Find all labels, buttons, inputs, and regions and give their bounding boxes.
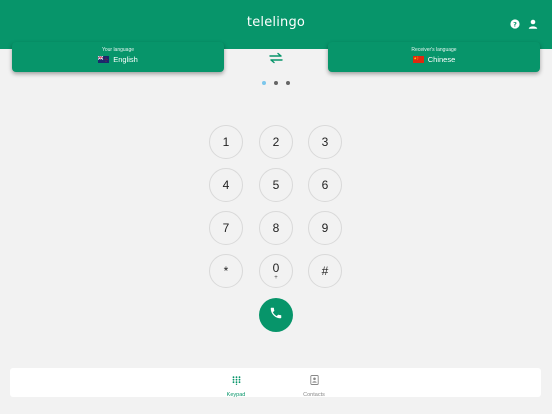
nav-contacts-label: Contacts bbox=[303, 392, 325, 398]
help-circle-icon[interactable]: ? bbox=[508, 17, 522, 31]
key-digit: 0 bbox=[272, 260, 280, 275]
bottom-navigation: Keypad Contacts bbox=[10, 368, 541, 398]
svg-text:?: ? bbox=[513, 20, 517, 28]
key-1[interactable]: 1 bbox=[209, 125, 243, 159]
key-7[interactable]: 7 bbox=[209, 211, 243, 245]
key-hash[interactable]: # bbox=[308, 254, 342, 288]
nav-contacts[interactable]: Contacts bbox=[294, 372, 334, 398]
key-4[interactable]: 4 bbox=[209, 168, 243, 202]
new-zealand-flag-icon bbox=[97, 55, 110, 63]
page-dot[interactable] bbox=[274, 81, 278, 85]
page-dot[interactable] bbox=[286, 81, 290, 85]
your-language-caption: Your language bbox=[101, 47, 135, 53]
key-digit: * bbox=[223, 263, 229, 278]
receiver-language-value: Chinese bbox=[427, 55, 456, 64]
key-digit: 3 bbox=[321, 134, 329, 149]
key-8[interactable]: 8 bbox=[259, 211, 293, 245]
page-indicator bbox=[262, 81, 290, 85]
key-0[interactable]: 0 + bbox=[259, 254, 293, 288]
key-digit: 7 bbox=[222, 220, 230, 235]
key-2[interactable]: 2 bbox=[259, 125, 293, 159]
nav-keypad[interactable]: Keypad bbox=[216, 372, 256, 398]
key-sub-label: + bbox=[274, 274, 278, 281]
key-digit: 6 bbox=[321, 177, 329, 192]
key-6[interactable]: 6 bbox=[308, 168, 342, 202]
nav-keypad-label: Keypad bbox=[226, 392, 246, 398]
china-flag-icon bbox=[412, 56, 424, 63]
receiver-language-caption: Receiver's language bbox=[411, 47, 457, 53]
key-digit: # bbox=[321, 263, 329, 278]
key-digit: 8 bbox=[272, 220, 280, 235]
key-digit: 9 bbox=[321, 220, 329, 235]
key-digit: 2 bbox=[272, 134, 280, 149]
receiver-language-selector[interactable]: Receiver's language Chinese bbox=[328, 42, 540, 72]
key-3[interactable]: 3 bbox=[308, 125, 342, 159]
person-icon[interactable] bbox=[526, 17, 540, 31]
key-digit: 4 bbox=[222, 177, 230, 192]
keypad-grid-icon bbox=[232, 372, 241, 389]
key-5[interactable]: 5 bbox=[259, 168, 293, 202]
contacts-book-icon bbox=[309, 372, 319, 389]
key-digit: 5 bbox=[272, 177, 280, 192]
app-title: telelingo bbox=[246, 15, 306, 30]
key-star[interactable]: * bbox=[209, 254, 243, 288]
swap-arrows-icon[interactable] bbox=[269, 51, 283, 64]
your-language-selector[interactable]: Your language English bbox=[12, 42, 224, 72]
page-dot[interactable] bbox=[262, 81, 266, 85]
key-digit: 1 bbox=[222, 134, 230, 149]
call-button[interactable] bbox=[259, 298, 293, 332]
your-language-value: English bbox=[113, 55, 138, 64]
phone-icon bbox=[269, 306, 283, 325]
key-9[interactable]: 9 bbox=[308, 211, 342, 245]
